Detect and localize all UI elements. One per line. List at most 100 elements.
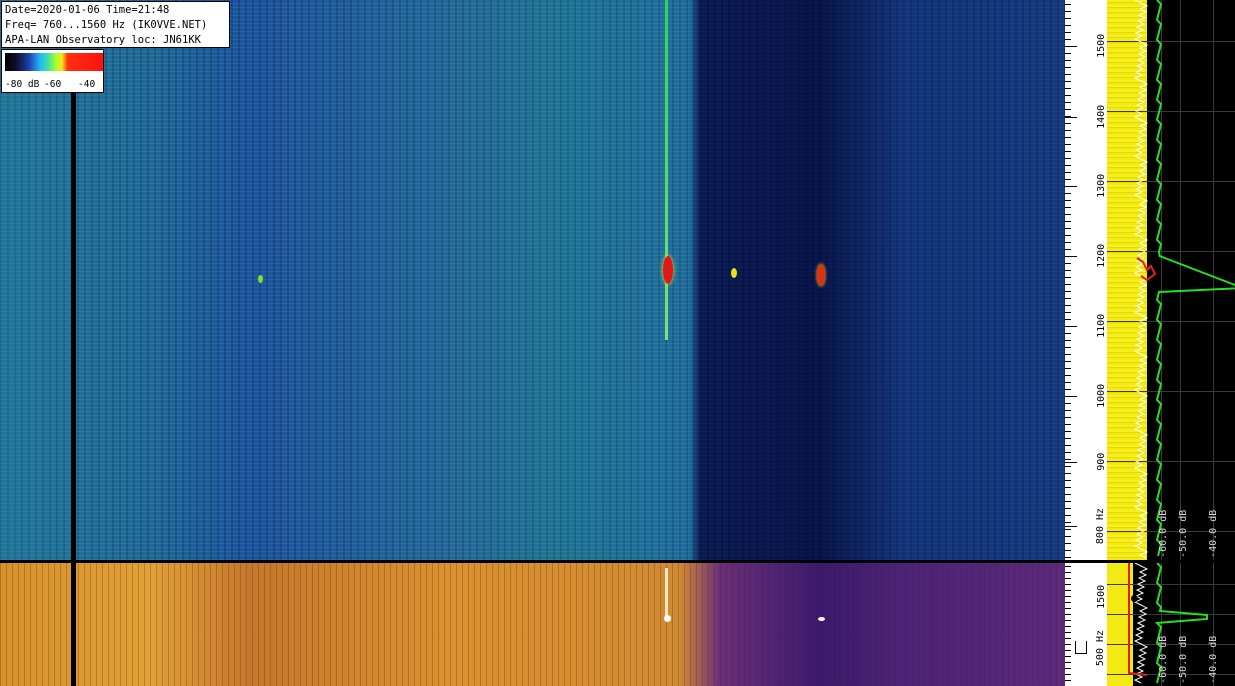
spectrum-trace-svg	[1133, 0, 1235, 559]
axis-major-tick	[1065, 46, 1077, 47]
axis-tick	[1065, 590, 1071, 591]
axis-tick	[1065, 137, 1071, 138]
axis-major-tick	[1065, 256, 1077, 257]
axis-tick	[1065, 179, 1071, 180]
axis-tick	[1065, 53, 1071, 54]
axis-tick	[1065, 298, 1071, 299]
axis-tick	[1065, 144, 1071, 145]
frequency-label: 1500	[1095, 584, 1107, 609]
axis-tick	[1065, 508, 1071, 509]
axis-tick	[1065, 347, 1071, 348]
axis-tick	[1065, 102, 1071, 103]
frequency-label: 1300	[1095, 173, 1107, 198]
axis-tick	[1065, 228, 1071, 229]
axis-tick	[1065, 312, 1071, 313]
info-date-time: Date=2020-01-06 Time=21:48	[5, 4, 170, 16]
axis-tick	[1065, 473, 1071, 474]
info-observatory: APA-LAN Observatory loc: JN61KK	[5, 34, 201, 46]
axis-tick	[1065, 668, 1071, 669]
axis-tick	[1065, 403, 1071, 404]
axis-tick	[1065, 123, 1071, 124]
axis-tick	[1065, 572, 1071, 573]
axis-tick	[1065, 662, 1071, 663]
axis-tick	[1065, 207, 1071, 208]
db-label: -50.0 dB	[1177, 635, 1189, 684]
db-label: -50.0 dB	[1177, 509, 1189, 558]
axis-tick	[1065, 340, 1071, 341]
axis-tick	[1065, 529, 1071, 530]
axis-tick	[1065, 18, 1071, 19]
axis-tick	[1065, 263, 1071, 264]
axis-tick	[1065, 614, 1071, 615]
axis-tick	[1065, 431, 1071, 432]
panel-divider	[0, 560, 1235, 563]
axis-tick	[1065, 417, 1071, 418]
frequency-axis-bottom: 1500 500 Hz	[1065, 563, 1107, 686]
spectrum-noise-fringe	[1133, 563, 1149, 684]
axis-tick	[1065, 4, 1071, 5]
axis-tick	[1065, 151, 1071, 152]
upper-waterfall-spectrogram	[0, 0, 1065, 560]
spectrum-green-trace	[1155, 0, 1235, 557]
frequency-label: 1500	[1095, 33, 1107, 58]
axis-tick	[1065, 515, 1071, 516]
axis-tick	[1065, 584, 1071, 585]
axis-tick	[1065, 319, 1071, 320]
info-box: Date=2020-01-06 Time=21:48 Freq= 760...1…	[1, 1, 230, 48]
scale-label-mid: -60	[44, 79, 62, 90]
frequency-axis-top: 1500 1400 1300 1200 1100 1000 900 800 Hz	[1065, 0, 1107, 560]
signal-blob	[258, 275, 263, 283]
db-color-scale: -80 dB -60 -40	[1, 49, 104, 93]
axis-tick	[1065, 305, 1071, 306]
axis-tick	[1065, 172, 1071, 173]
axis-tick	[1065, 445, 1071, 446]
axis-tick	[1065, 193, 1071, 194]
axis-tick	[1065, 602, 1071, 603]
axis-major-tick	[1065, 462, 1077, 463]
axis-tick	[1065, 578, 1071, 579]
spectrum-panel-bottom: -60.0 dB -50.0 dB -40.0 dB	[1107, 563, 1235, 686]
color-gradient-bar	[5, 53, 103, 71]
axis-tick	[1065, 566, 1071, 567]
axis-tick	[1065, 95, 1071, 96]
signal-blob	[663, 256, 673, 284]
db-label: -60.0 dB	[1157, 509, 1169, 558]
frequency-label: 1100	[1095, 313, 1107, 338]
axis-tick	[1065, 368, 1071, 369]
axis-tick	[1065, 410, 1071, 411]
axis-tick	[1065, 452, 1071, 453]
signal-blob	[817, 264, 825, 286]
frequency-label: 1000	[1095, 383, 1107, 408]
axis-tick	[1065, 459, 1071, 460]
spectrum-panel-top: -60.0 dB -50.0 dB -40.0 dB	[1107, 0, 1235, 560]
scale-label-max: -40	[78, 79, 96, 90]
axis-tick	[1065, 333, 1071, 334]
axis-major-tick	[1065, 526, 1077, 527]
axis-tick	[1065, 354, 1071, 355]
axis-tick	[1065, 680, 1071, 681]
axis-tick	[1065, 501, 1071, 502]
axis-major-tick	[1065, 186, 1077, 187]
axis-tick	[1065, 438, 1071, 439]
axis-tick	[1065, 480, 1071, 481]
axis-tick	[1065, 165, 1071, 166]
axis-tick	[1065, 389, 1071, 390]
axis-major-tick	[1065, 396, 1077, 397]
axis-major-tick	[1065, 326, 1077, 327]
db-label: -40.0 dB	[1207, 509, 1219, 558]
axis-tick	[1065, 522, 1071, 523]
axis-tick	[1065, 291, 1071, 292]
axis-tick	[1065, 235, 1071, 236]
axis-tick	[1065, 543, 1071, 544]
axis-tick	[1065, 424, 1071, 425]
axis-tick	[1065, 361, 1071, 362]
axis-tick	[1065, 88, 1071, 89]
axis-tick	[1065, 375, 1071, 376]
axis-tick	[1065, 200, 1071, 201]
axis-tick	[1065, 650, 1071, 651]
signal-blob	[731, 268, 737, 278]
axis-tick	[1065, 557, 1071, 558]
axis-tick	[1065, 494, 1071, 495]
axis-tick	[1065, 596, 1071, 597]
axis-tick	[1065, 11, 1071, 12]
